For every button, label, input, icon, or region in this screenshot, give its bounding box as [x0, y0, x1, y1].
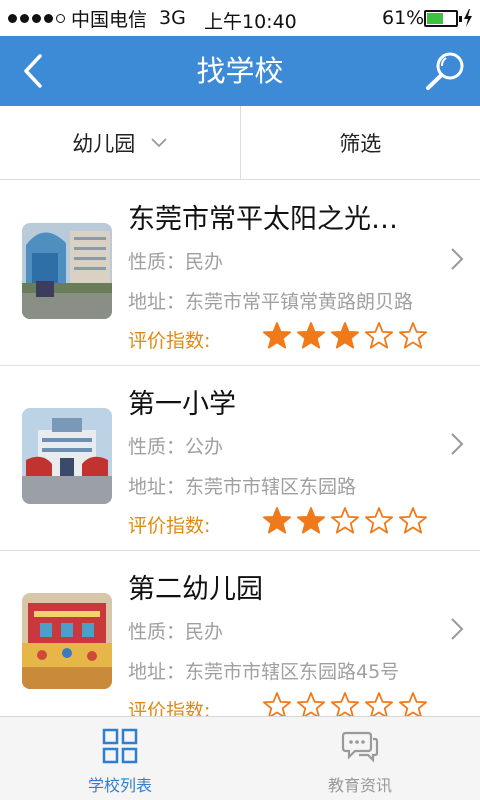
school-list: 东莞市常平太阳之光… 性质：民办 地址：东莞市常平镇常黄路朗贝路 评价指数: 第… — [0, 181, 480, 736]
star-filled-icon — [263, 322, 291, 349]
status-bar: 中国电信 3G 上午10:40 61% — [0, 0, 480, 36]
chevron-right-icon — [451, 433, 464, 455]
star-filled-icon — [297, 507, 325, 534]
school-photo — [22, 408, 112, 504]
filter-button-label: 筛选 — [339, 131, 382, 156]
back-arrow-icon[interactable] — [14, 50, 54, 92]
filter-bar: 幼儿园 筛选 — [0, 106, 480, 180]
star-filled-icon — [331, 322, 359, 349]
category-dropdown[interactable]: 幼儿园 — [0, 106, 241, 179]
school-name: 第一小学 — [128, 389, 236, 420]
star-rating — [262, 321, 428, 351]
school-type: 性质：民办 — [128, 251, 224, 273]
school-type: 性质：公办 — [128, 436, 224, 458]
school-list-item[interactable]: 第二幼儿园 性质：民办 地址：东莞市市辖区东园路45号 评价指数: — [0, 551, 480, 736]
star-empty-icon — [331, 507, 359, 534]
rating-label: 评价指数: — [128, 515, 211, 537]
school-list-item[interactable]: 东莞市常平太阳之光… 性质：民办 地址：东莞市常平镇常黄路朗贝路 评价指数: — [0, 181, 480, 366]
tab-school-list[interactable]: 学校列表 — [0, 717, 240, 800]
search-icon[interactable] — [422, 49, 468, 95]
charging-icon — [464, 9, 472, 27]
school-address: 地址：东莞市市辖区东园路45号 — [128, 661, 400, 683]
battery-percentage: 61% — [382, 7, 425, 29]
page-title: 找学校 — [196, 54, 284, 88]
app-header: 找学校 — [0, 36, 480, 106]
school-list-item[interactable]: 第一小学 性质：公办 地址：东莞市市辖区东园路 评价指数: — [0, 366, 480, 551]
category-dropdown-label: 幼儿园 — [72, 131, 136, 156]
school-address: 地址：东莞市市辖区东园路 — [128, 476, 357, 498]
star-empty-icon — [399, 322, 427, 349]
star-empty-icon — [399, 507, 427, 534]
school-photo — [22, 593, 112, 689]
school-type: 性质：民办 — [128, 621, 224, 643]
status-time: 上午10:40 — [204, 11, 297, 33]
chevron-right-icon — [451, 618, 464, 640]
star-empty-icon — [365, 322, 393, 349]
tab-school-list-label: 学校列表 — [87, 776, 152, 795]
carrier-name: 中国电信 — [71, 8, 148, 31]
filter-button[interactable]: 筛选 — [241, 106, 480, 179]
grid-icon — [102, 728, 138, 764]
school-name: 第二幼儿园 — [128, 574, 263, 605]
chevron-down-icon — [151, 137, 167, 147]
school-name: 东莞市常平太阳之光… — [128, 204, 398, 235]
star-rating — [262, 506, 428, 536]
school-address: 地址：东莞市常平镇常黄路朗贝路 — [128, 291, 414, 313]
battery-icon — [424, 10, 462, 27]
tab-education-news[interactable]: 教育资讯 — [240, 717, 480, 800]
rating-label: 评价指数: — [128, 330, 211, 352]
signal-strength-icon — [8, 13, 65, 23]
school-photo — [22, 223, 112, 319]
star-filled-icon — [263, 507, 291, 534]
tab-education-news-label: 教育资讯 — [327, 776, 392, 795]
star-filled-icon — [297, 322, 325, 349]
network-type: 3G — [159, 7, 186, 29]
chevron-right-icon — [451, 248, 464, 270]
bottom-tab-bar: 学校列表 教育资讯 — [0, 716, 480, 800]
star-empty-icon — [365, 507, 393, 534]
chat-bubble-icon — [341, 731, 379, 763]
